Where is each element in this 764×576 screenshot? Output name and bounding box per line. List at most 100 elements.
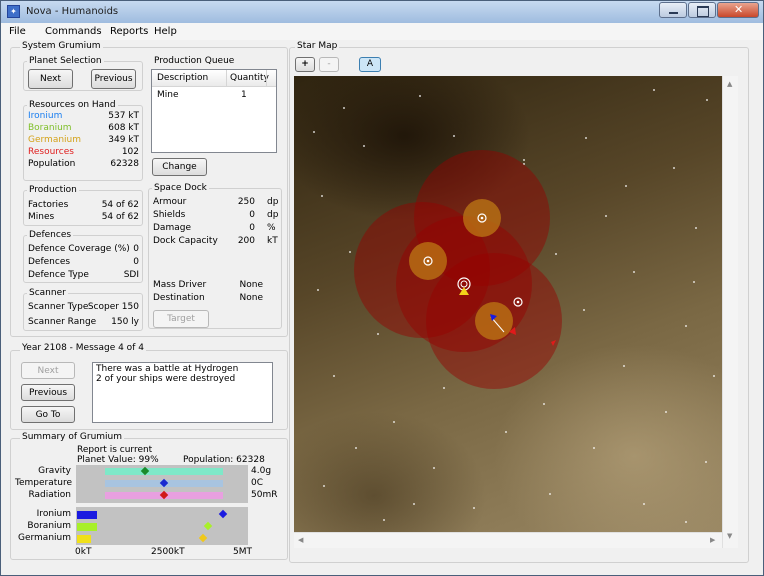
star	[705, 461, 707, 463]
star	[393, 421, 395, 423]
goto-button[interactable]: Go To	[21, 406, 75, 423]
message-previous-button[interactable]: Previous	[21, 384, 75, 401]
planet-value: Planet Value: 99%	[77, 455, 159, 465]
star	[419, 95, 421, 97]
space-dock-title: Space Dock	[152, 183, 209, 193]
scroll-right-icon[interactable]: ▶	[710, 536, 715, 544]
planet-previous-button[interactable]: Previous	[91, 69, 136, 89]
maximize-icon	[697, 6, 709, 17]
star-map-svg	[313, 89, 715, 523]
messages-title: Year 2108 - Message 4 of 4	[20, 343, 146, 353]
scanner-range-label: Scanner Range	[28, 317, 97, 327]
star	[605, 215, 607, 217]
defence-type-value: SDI	[123, 270, 139, 280]
message-next-button[interactable]: Next	[21, 362, 75, 379]
queue-item-quantity[interactable]: 1	[241, 90, 247, 100]
mineral-label: Boranium	[27, 521, 71, 531]
zoom-in-button[interactable]: +	[295, 57, 315, 72]
defences-title: Defences	[27, 230, 74, 240]
minimize-button[interactable]	[659, 2, 687, 18]
resource-label: Ironium	[28, 111, 63, 121]
star	[633, 271, 635, 273]
dock-stat-label: Shields	[153, 210, 186, 220]
star	[321, 195, 323, 197]
mineral-label: Germanium	[17, 533, 71, 543]
star	[377, 333, 379, 335]
star	[313, 131, 315, 133]
planet-next-button[interactable]: Next	[28, 69, 73, 89]
dock-stat-unit: kT	[267, 236, 278, 246]
change-button[interactable]: Change	[152, 158, 207, 176]
scroll-up-icon[interactable]: ▲	[727, 80, 732, 88]
resources-title: Resources on Hand	[27, 100, 118, 110]
scanner-type-value: Scoper 150	[87, 302, 139, 312]
defence-coverage-label: Defence Coverage (%)	[28, 244, 130, 254]
menu-commands[interactable]: Commands	[45, 26, 102, 37]
star	[549, 493, 551, 495]
message-text-box[interactable]: There was a battle at Hydrogen 2 of your…	[92, 362, 273, 423]
star	[713, 375, 715, 377]
scroll-down-icon[interactable]: ▼	[727, 532, 732, 540]
destination-value: None	[239, 293, 263, 303]
star	[653, 89, 655, 91]
mines-label: Mines	[28, 212, 55, 222]
main-window: ✦ Nova - Humanoids ✕ File Commands Repor…	[0, 0, 764, 576]
horizontal-scrollbar[interactable]: ◀ ▶	[294, 532, 722, 548]
star	[693, 281, 695, 283]
scroll-left-icon[interactable]: ◀	[298, 536, 303, 544]
star	[623, 365, 625, 367]
col-quantity[interactable]: Quantity	[230, 73, 269, 83]
close-button[interactable]: ✕	[717, 2, 759, 18]
menu-reports[interactable]: Reports	[110, 26, 148, 37]
star	[523, 159, 525, 161]
destination-label: Destination	[153, 293, 205, 303]
target-button[interactable]: Target	[153, 310, 209, 328]
star	[706, 99, 708, 101]
resource-label: Resources	[28, 147, 74, 157]
star	[343, 107, 345, 109]
dock-stat-label: Damage	[153, 223, 191, 233]
menu-bar: File Commands Reports Help	[1, 23, 763, 40]
environment-label: Gravity	[38, 466, 71, 476]
planet-selection-title: Planet Selection	[27, 56, 104, 66]
production-queue-title: Production Queue	[152, 56, 237, 66]
mineral-amount-bar	[77, 511, 97, 519]
resource-label: Population	[28, 159, 76, 169]
dock-stat-unit: %	[267, 223, 276, 233]
window-title: Nova - Humanoids	[26, 6, 119, 17]
dock-stat-unit: dp	[267, 197, 279, 207]
star	[665, 411, 667, 413]
dock-stat-value: 250	[237, 197, 255, 207]
axis-label-min: 0kT	[75, 547, 92, 557]
summary-title: Summary of Grumium	[20, 432, 125, 442]
star	[625, 185, 627, 187]
star	[695, 227, 697, 229]
defence-coverage-value: 0	[133, 244, 139, 254]
col-description[interactable]: Description	[157, 73, 208, 83]
resource-value: 102	[121, 147, 139, 157]
production-queue-list[interactable]: Description Quantity Mine 1	[151, 69, 277, 153]
star	[685, 325, 687, 327]
minimize-icon	[669, 12, 678, 14]
resource-value: 608 kT	[108, 123, 139, 133]
mineral-amount-bar	[77, 535, 91, 543]
mass-driver-value: None	[239, 280, 263, 290]
scanner-type-label: Scanner Type	[28, 302, 89, 312]
resource-label: Boranium	[28, 123, 72, 133]
menu-help[interactable]: Help	[154, 26, 177, 37]
app-icon: ✦	[7, 5, 20, 18]
vertical-scrollbar[interactable]: ▲ ▼	[722, 76, 738, 548]
queue-item-description[interactable]: Mine	[157, 90, 179, 100]
star-map-canvas[interactable]: ▲ ▼ ◀ ▶	[294, 76, 738, 548]
mineral-label: Ironium	[36, 509, 71, 519]
environment-value: 4.0g	[251, 466, 272, 476]
toggle-a-button[interactable]: A	[359, 57, 381, 72]
production-queue-header: Description Quantity	[152, 70, 276, 87]
zoom-out-button[interactable]: -	[319, 57, 339, 72]
star	[473, 507, 475, 509]
defence-type-label: Defence Type	[28, 270, 89, 280]
star	[543, 403, 545, 405]
menu-file[interactable]: File	[9, 26, 26, 37]
message-line-2: 2 of your ships were destroyed	[96, 374, 236, 384]
maximize-button[interactable]	[688, 2, 716, 18]
